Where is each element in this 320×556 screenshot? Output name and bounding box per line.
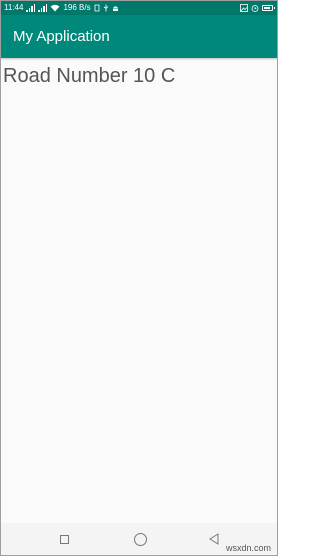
wifi-icon	[50, 4, 60, 12]
app-bar: My Application	[1, 15, 277, 58]
signal-icon	[26, 4, 36, 12]
signal-2-icon	[38, 4, 48, 12]
phone-screen: 11:44 196 B/s My Application Road Number…	[0, 0, 278, 556]
square-icon	[59, 534, 69, 544]
home-button[interactable]	[132, 531, 148, 547]
back-button[interactable]	[206, 531, 222, 547]
status-bar: 11:44 196 B/s	[1, 1, 277, 15]
android-icon	[112, 6, 118, 11]
battery-level	[264, 7, 270, 9]
status-bar-right	[240, 1, 275, 15]
back-triangle-icon	[209, 533, 219, 545]
circle-icon	[133, 532, 147, 546]
notification-icon	[94, 4, 99, 12]
address-text: Road Number 10 C	[3, 65, 176, 87]
watermark-text: wsxdn.com	[225, 543, 271, 553]
battery-icon	[262, 5, 275, 11]
status-bar-left: 11:44 196 B/s	[4, 1, 119, 15]
app-title: My Application	[13, 28, 110, 45]
network-speed: 196 B/s	[63, 3, 91, 12]
usb-icon	[103, 4, 108, 12]
recents-button[interactable]	[56, 531, 72, 547]
image-icon	[240, 4, 248, 12]
alarm-icon	[251, 5, 259, 12]
status-time: 11:44	[4, 3, 24, 12]
navigation-bar: wsxdn.com	[1, 523, 277, 555]
